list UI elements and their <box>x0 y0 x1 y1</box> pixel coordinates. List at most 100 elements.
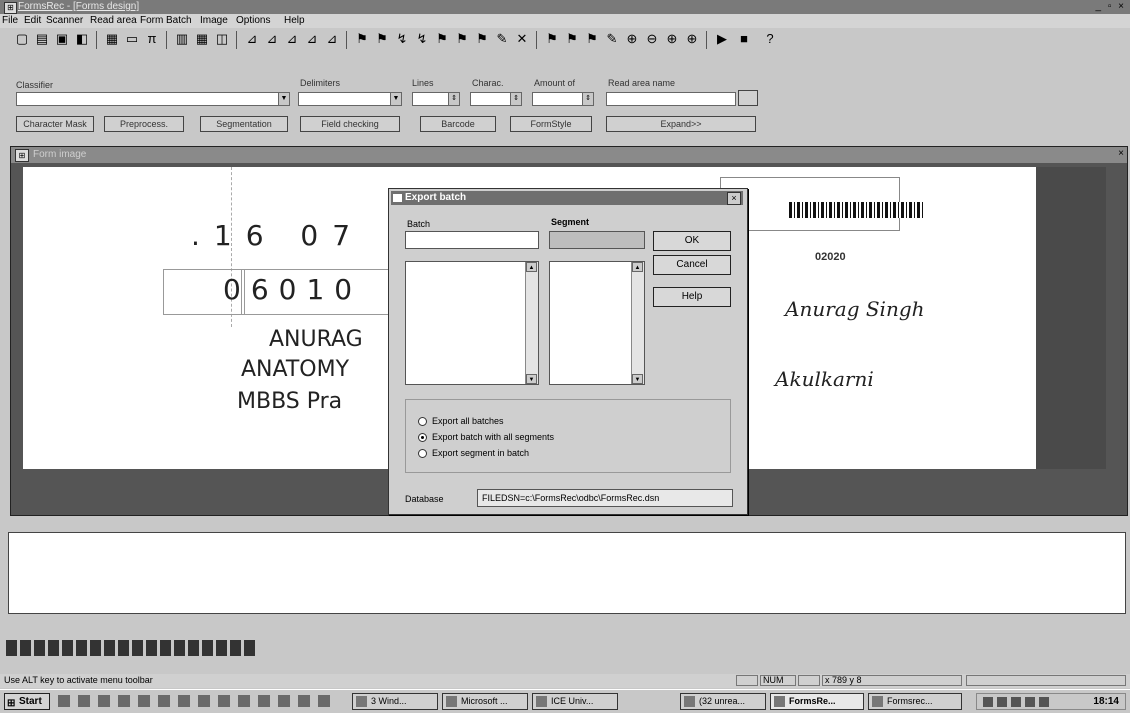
quicklaunch-icon[interactable] <box>238 695 250 707</box>
spinner-arrows-icon[interactable]: ⇕ <box>582 93 593 105</box>
segment-list[interactable]: ▲ ▼ <box>549 261 645 385</box>
play-icon[interactable]: ▶ <box>714 31 730 47</box>
window-controls[interactable]: _ ▫ × <box>1095 1 1126 12</box>
segment-input[interactable] <box>549 231 645 249</box>
scroll-down-icon[interactable]: ▼ <box>632 374 643 384</box>
help-icon[interactable]: ? <box>762 31 778 47</box>
classifier-select[interactable]: ▼ <box>16 92 290 106</box>
menu-file[interactable]: File <box>2 15 18 26</box>
start-button[interactable]: ⊞ Start <box>4 693 50 710</box>
radio-button[interactable] <box>418 433 427 443</box>
tool3-icon[interactable]: ↯ <box>394 31 410 47</box>
dropdown-arrow-icon[interactable]: ▼ <box>278 93 289 105</box>
close-icon[interactable]: × <box>727 192 741 205</box>
scroll-up-icon[interactable]: ▲ <box>526 262 537 272</box>
new-icon[interactable]: ▢ <box>14 31 30 47</box>
tool13-icon[interactable]: ✎ <box>604 31 620 47</box>
tool1-icon[interactable]: ⚑ <box>354 31 370 47</box>
ok-button[interactable]: OK <box>653 231 731 251</box>
batch-input[interactable] <box>405 231 539 249</box>
quicklaunch-icon[interactable] <box>178 695 190 707</box>
lines-spinner[interactable]: ⇕ <box>412 92 460 106</box>
tool2-icon[interactable]: ⚑ <box>374 31 390 47</box>
field3-icon[interactable]: ⊿ <box>284 31 300 47</box>
menu-batch[interactable]: Batch <box>166 15 192 26</box>
delimiters-select[interactable]: ▼ <box>298 92 402 106</box>
expand-button[interactable]: Expand>> <box>606 116 756 132</box>
open-icon[interactable]: ▤ <box>34 31 50 47</box>
menu-read-area[interactable]: Read area <box>90 15 137 26</box>
task-button[interactable]: 3 Wind... <box>352 693 438 710</box>
quicklaunch-icon[interactable] <box>118 695 130 707</box>
formstyle-button[interactable]: FormStyle <box>510 116 592 132</box>
zoom-page-icon[interactable]: ⊕ <box>684 31 700 47</box>
field2-icon[interactable]: ⊿ <box>264 31 280 47</box>
browse-button[interactable] <box>738 90 758 106</box>
view-icon[interactable]: ▦ <box>104 31 120 47</box>
radio-export-all-batches[interactable]: Export all batches <box>418 416 504 427</box>
tray-icon[interactable] <box>1025 697 1035 707</box>
task-button-active[interactable]: FormsRe... <box>770 693 864 710</box>
radio-button[interactable] <box>418 449 427 459</box>
field-checking-button[interactable]: Field checking <box>300 116 400 132</box>
charac-spinner[interactable]: ⇕ <box>470 92 522 106</box>
database-field[interactable]: FILEDSN=c:\FormsRec\odbc\FormsRec.dsn <box>477 489 733 507</box>
menu-scanner[interactable]: Scanner <box>46 15 83 26</box>
field5-icon[interactable]: ⊿ <box>324 31 340 47</box>
tool12-icon[interactable]: ⚑ <box>584 31 600 47</box>
segment-list-scrollbar[interactable]: ▲ ▼ <box>631 262 644 384</box>
batch-list-scrollbar[interactable]: ▲ ▼ <box>525 262 538 384</box>
field-icon[interactable]: ⊿ <box>244 31 260 47</box>
quicklaunch-icon[interactable] <box>318 695 330 707</box>
quicklaunch-icon[interactable] <box>198 695 210 707</box>
quicklaunch-icon[interactable] <box>298 695 310 707</box>
task-button[interactable]: (32 unrea... <box>680 693 766 710</box>
scroll-up-icon[interactable]: ▲ <box>632 262 643 272</box>
copy-icon[interactable]: ◫ <box>214 31 230 47</box>
tray-icon[interactable] <box>983 697 993 707</box>
zoom-fit-icon[interactable]: ⊕ <box>664 31 680 47</box>
dropdown-arrow-icon[interactable]: ▼ <box>390 93 401 105</box>
task-button[interactable]: ICE Univ... <box>532 693 618 710</box>
task-button[interactable]: Formsrec... <box>868 693 962 710</box>
close-icon[interactable]: × <box>1118 148 1124 159</box>
menu-help[interactable]: Help <box>284 15 305 26</box>
form-icon[interactable]: ▭ <box>124 31 140 47</box>
tool9-icon[interactable]: ✕ <box>514 31 530 47</box>
segmentation-button[interactable]: Segmentation <box>200 116 288 132</box>
quicklaunch-icon[interactable] <box>78 695 90 707</box>
tool6-icon[interactable]: ⚑ <box>454 31 470 47</box>
tool8-icon[interactable]: ✎ <box>494 31 510 47</box>
tray-icon[interactable] <box>1039 697 1049 707</box>
cancel-button[interactable]: Cancel <box>653 255 731 275</box>
stop-icon[interactable]: ■ <box>736 31 752 47</box>
tray-icon[interactable] <box>1011 697 1021 707</box>
text-icon[interactable]: π <box>144 31 160 47</box>
quicklaunch-icon[interactable] <box>98 695 110 707</box>
zoom-out-icon[interactable]: ⊖ <box>644 31 660 47</box>
table-icon[interactable]: ▦ <box>194 31 210 47</box>
character-mask-button[interactable]: Character Mask <box>16 116 94 132</box>
field4-icon[interactable]: ⊿ <box>304 31 320 47</box>
menu-options[interactable]: Options <box>236 15 270 26</box>
quicklaunch-icon[interactable] <box>158 695 170 707</box>
quicklaunch-icon[interactable] <box>278 695 290 707</box>
task-button[interactable]: Microsoft ... <box>442 693 528 710</box>
menu-edit[interactable]: Edit <box>24 15 41 26</box>
quicklaunch-icon[interactable] <box>258 695 270 707</box>
scan-icon[interactable]: ◧ <box>74 31 90 47</box>
ie-icon[interactable] <box>58 695 70 707</box>
spinner-arrows-icon[interactable]: ⇕ <box>448 93 459 105</box>
tool10-icon[interactable]: ⚑ <box>544 31 560 47</box>
output-pane[interactable] <box>8 532 1126 614</box>
batch-list[interactable]: ▲ ▼ <box>405 261 539 385</box>
tool7-icon[interactable]: ⚑ <box>474 31 490 47</box>
amount-of-spinner[interactable]: ⇕ <box>532 92 594 106</box>
radio-export-batch-with-all-segments[interactable]: Export batch with all segments <box>418 432 554 443</box>
tool4-icon[interactable]: ↯ <box>414 31 430 47</box>
scroll-down-icon[interactable]: ▼ <box>526 374 537 384</box>
preprocessing-button[interactable]: Preprocess. <box>104 116 184 132</box>
radio-export-segment-in-batch[interactable]: Export segment in batch <box>418 448 529 459</box>
barcode-button[interactable]: Barcode <box>420 116 496 132</box>
help-button[interactable]: Help <box>653 287 731 307</box>
